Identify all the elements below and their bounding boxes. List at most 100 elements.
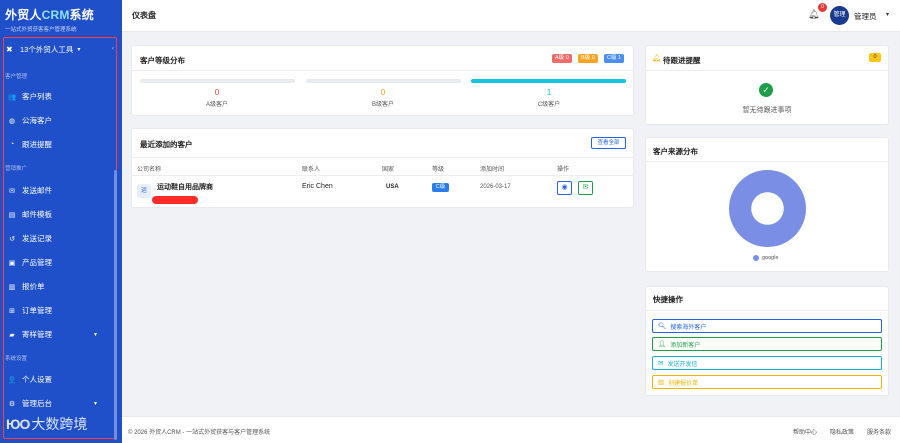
source-card-title: 客户来源分布 (653, 147, 698, 156)
col-contact: 联系人 (302, 167, 321, 173)
added-date: 2026-03-17 (480, 184, 511, 190)
footer: © 2026 外贸人CRM - 一站式外贸获客与客户管理系统 帮助中心 隐私政策… (122, 416, 900, 443)
watermark-text: 大数跨境 (31, 416, 88, 432)
footer-link-privacy[interactable]: 隐私政策 (830, 427, 854, 436)
section-system: 系统设置 (5, 356, 28, 362)
level-count-b: 0 (380, 88, 386, 97)
sidebar-item-products[interactable]: ▣ 产品管理 (7, 257, 107, 268)
divider (645, 161, 889, 162)
chevron-down-icon: ▾ (77, 47, 81, 53)
watermark-logo: ЮО (6, 416, 30, 432)
sidebar-scrollbar[interactable] (114, 170, 117, 440)
col-level: 等级 (432, 167, 445, 173)
copyright-text: © 2026 外贸人CRM - 一站式外贸获客与客户管理系统 (128, 430, 271, 436)
redaction-mark (152, 196, 198, 204)
clock-icon: ◔ (9, 141, 15, 148)
section-customer: 客户管理 (5, 74, 28, 80)
badge-level-c: C级 1 (604, 54, 625, 63)
view-all-button[interactable]: 查看全部 (591, 137, 626, 149)
brand-subtitle: 一站式外贸获客客户管理系统 (5, 27, 77, 33)
tools-icon: ✖ (6, 45, 13, 54)
add-customer-button[interactable]: 👤︎ 添加新客户 (652, 337, 882, 351)
users-icon: 👥 (7, 93, 17, 101)
tools-menu[interactable]: ✖ 13个外贸人工具 ▾ (6, 44, 80, 55)
box-icon: ▣ (8, 259, 16, 267)
level-count-a: 0 (214, 88, 220, 97)
divider (131, 175, 634, 176)
quick-card-title: 快捷操作 (653, 295, 683, 304)
sidebar-item-email-templates[interactable]: ▤ 邮件模板 (7, 209, 107, 220)
envelope-icon: ✉ (582, 184, 589, 191)
watermark: ЮО 大数跨境 (6, 414, 87, 434)
cart-icon: ⊞ (9, 307, 15, 315)
col-date: 添加时间 (480, 167, 505, 173)
check-circle-icon: ✓ (759, 83, 773, 97)
eye-icon: ◉ (561, 184, 568, 191)
sidebar-item-public-customers[interactable]: ◍ 公海客户 (7, 115, 107, 126)
create-quote-button[interactable]: ▥ 创建报价单 (652, 375, 882, 389)
sidebar-item-send-email[interactable]: ✉ 发送邮件 (7, 185, 107, 196)
level-badge: C级 (432, 183, 449, 192)
search-icon: 🔍︎ (658, 323, 667, 330)
user-gear-icon: 👤 (7, 376, 17, 384)
sidebar-item-admin[interactable]: ⚙ 管理后台 ▾ (7, 398, 107, 409)
top-header: 仪表盘 🔔︎ 0 管理 管理员 ▾ (122, 0, 900, 32)
sidebar-item-samples[interactable]: ▰ 寄样管理 ▾ (7, 329, 107, 340)
divider (131, 70, 634, 71)
level-label-b: B级客户 (371, 102, 394, 108)
send-dev-letter-button[interactable]: ✉ 发送开发信 (652, 356, 882, 370)
chart-legend[interactable]: google (753, 255, 779, 261)
sidebar-item-send-history[interactable]: ↺ 发送记录 (7, 233, 107, 244)
user-name[interactable]: 管理员 (854, 11, 877, 22)
divider (131, 157, 634, 158)
level-card-title: 客户等级分布 (140, 56, 185, 65)
avatar[interactable]: 管理 (830, 6, 849, 25)
empty-followup-text: 暂无待跟进事项 (742, 107, 792, 114)
chevron-down-icon: ▾ (93, 401, 97, 407)
chevron-down-icon: ▾ (93, 332, 97, 338)
bell-icon[interactable]: 🔔︎ (808, 9, 819, 20)
legend-dot (753, 255, 759, 261)
company-icon: 运 (137, 184, 151, 198)
user-plus-icon: 👤︎ (658, 341, 667, 348)
level-bar-c (471, 79, 626, 83)
brand[interactable]: 外贸人CRM系统 一站式外贸获客客户管理系统 (0, 0, 122, 34)
followup-card-title: 待跟进提醒 (663, 56, 701, 65)
company-name[interactable]: 运动鞋自用品牌商 (157, 182, 213, 192)
bell-icon: 🔔︎ (652, 55, 661, 62)
view-button[interactable]: ◉ (557, 181, 572, 195)
document-icon: ▥ (658, 379, 665, 386)
chart-slice-google[interactable] (729, 170, 806, 247)
divider (645, 70, 889, 71)
sidebar: 外贸人CRM系统 一站式外贸获客客户管理系统 ✖ 13个外贸人工具 ▾ ‹ 客户… (0, 0, 122, 443)
badge-level-b: B级 0 (578, 54, 598, 63)
globe-icon: ◍ (8, 117, 16, 125)
truck-icon: ▰ (9, 331, 15, 339)
sidebar-item-customer-list[interactable]: 👥 客户列表 (7, 91, 107, 102)
footer-link-help[interactable]: 帮助中心 (793, 427, 817, 436)
caret-down-icon[interactable]: ▾ (886, 11, 889, 18)
contact-name: Eric Chen (302, 183, 333, 190)
section-marketing: 营销推广 (5, 166, 28, 172)
page-title: 仪表盘 (132, 11, 156, 20)
footer-link-terms[interactable]: 服务条款 (867, 427, 891, 436)
col-actions: 操作 (557, 167, 570, 173)
col-company: 公司名称 (137, 167, 162, 173)
followup-count-badge: 0 (869, 53, 881, 62)
document-icon: ▥ (8, 283, 16, 291)
email-button[interactable]: ✉ (578, 181, 593, 195)
level-bar-a (140, 79, 295, 83)
search-customers-button[interactable]: 🔍︎ 搜索海外客户 (652, 319, 882, 333)
sidebar-item-quotes[interactable]: ▥ 报价单 (7, 281, 107, 292)
collapse-arrow-icon[interactable]: ‹ (112, 46, 114, 52)
badge-level-a: A级 0 (552, 54, 572, 63)
envelope-icon: ✉ (658, 360, 664, 367)
envelope-icon: ✉ (9, 187, 15, 195)
sidebar-item-orders[interactable]: ⊞ 订单管理 (7, 305, 107, 316)
country: USA (386, 184, 399, 190)
notification-badge: 0 (818, 3, 827, 12)
divider (645, 310, 889, 311)
sidebar-item-followup[interactable]: ◔ 跟进提醒 (7, 139, 107, 150)
sidebar-item-profile[interactable]: 👤 个人设置 (7, 374, 107, 385)
level-count-c: 1 (546, 88, 552, 97)
